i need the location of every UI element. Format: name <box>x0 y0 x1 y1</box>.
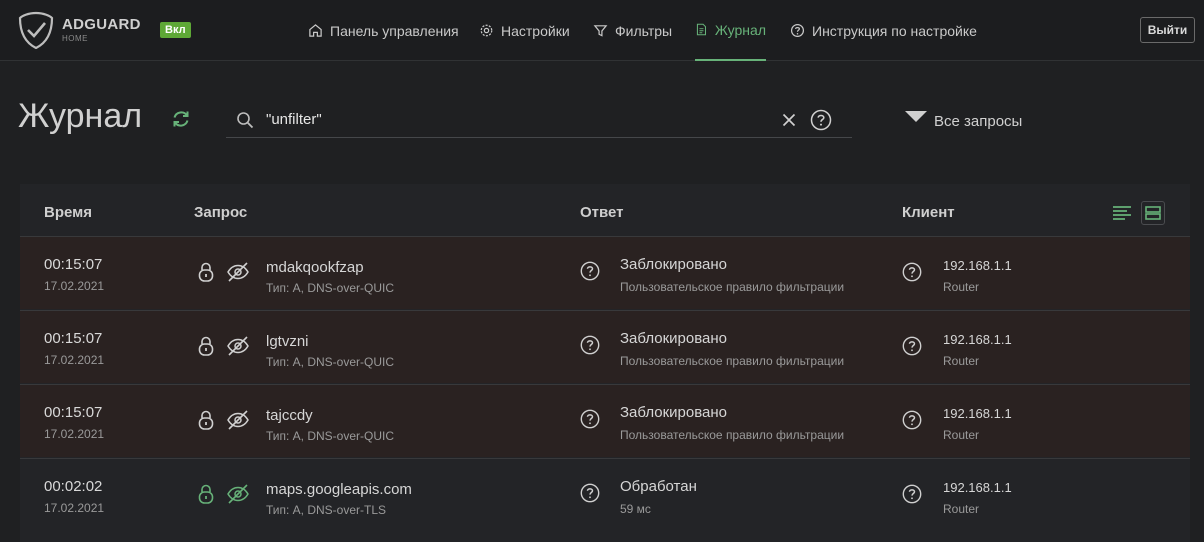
row-domain[interactable]: lgtvzni <box>266 333 309 350</box>
row-date: 17.02.2021 <box>44 353 105 367</box>
brand-subtitle: HOME <box>62 34 88 43</box>
nav-filters[interactable]: Фильтры <box>593 0 672 61</box>
search-box <box>226 100 852 138</box>
row-request-type: Тип: A, DNS-over-QUIC <box>266 281 395 295</box>
nav-setup-guide[interactable]: Инструкция по настройке <box>790 0 977 61</box>
row-request-type: Тип: A, DNS-over-TLS <box>266 503 387 517</box>
row-time: 00:02:02 <box>44 478 103 495</box>
logout-button[interactable]: Выйти <box>1140 17 1195 43</box>
column-header-request[interactable]: Запрос <box>194 204 247 221</box>
document-icon <box>696 23 707 36</box>
table-row[interactable]: 00:15:07 17.02.2021 tajccdy Тип: A, DNS-ove… <box>20 384 1190 457</box>
row-response-detail: 59 мс <box>620 502 651 516</box>
page-title: Журнал <box>18 97 143 135</box>
search-input[interactable] <box>266 106 766 132</box>
client-help-icon[interactable] <box>902 484 922 504</box>
row-response-detail: Пользовательское правило фильтрации <box>620 428 845 442</box>
top-header: ADGUARD HOME Вкл Панель управления Настр… <box>0 0 1204 61</box>
row-time: 00:15:07 <box>44 256 103 273</box>
nav-query-log[interactable]: Журнал <box>695 0 766 61</box>
response-filter-dropdown[interactable]: Все запросы <box>905 110 1022 132</box>
row-client-ip[interactable]: 192.168.1.1 <box>943 480 1012 495</box>
eye-off-icon <box>227 484 249 504</box>
row-client-name: Router <box>943 428 980 442</box>
home-icon <box>309 24 322 37</box>
close-icon[interactable] <box>782 113 796 127</box>
row-domain[interactable]: mdakqookfzap <box>266 259 364 276</box>
row-client-name: Router <box>943 354 980 368</box>
table-row[interactable]: 00:15:07 17.02.2021 lgtvzni Тип: A, DNS-ove… <box>20 310 1190 383</box>
client-help-icon[interactable] <box>902 410 922 430</box>
column-header-time[interactable]: Время <box>44 204 92 221</box>
column-header-client[interactable]: Клиент <box>902 204 955 221</box>
lock-icon <box>198 484 214 504</box>
table-row[interactable]: 00:02:02 17.02.2021 maps.googleapis.com Тип… <box>20 458 1190 531</box>
column-header-response[interactable]: Ответ <box>580 204 624 221</box>
row-date: 17.02.2021 <box>44 427 105 441</box>
row-response-detail: Пользовательское правило фильтрации <box>620 354 845 368</box>
row-response-status: Заблокировано <box>620 256 727 273</box>
row-response-detail: Пользовательское правило фильтрации <box>620 280 845 294</box>
client-help-icon[interactable] <box>902 262 922 282</box>
row-date: 17.02.2021 <box>44 501 105 515</box>
brand-name: ADGUARD <box>62 16 141 33</box>
table-header: Время Запрос Ответ Клиент <box>20 184 1190 236</box>
refresh-icon[interactable] <box>170 108 192 130</box>
lock-icon <box>198 336 214 356</box>
response-help-icon[interactable] <box>580 483 600 503</box>
table-row[interactable]: 00:15:07 17.02.2021 mdakqookfzap Тип: A, DN… <box>20 236 1190 309</box>
row-response-status: Заблокировано <box>620 404 727 421</box>
row-domain[interactable]: tajccdy <box>266 407 313 424</box>
nav-setup-guide-label: Инструкция по настройке <box>812 22 977 39</box>
default-view-button[interactable] <box>1141 201 1165 225</box>
row-client-name: Router <box>943 280 980 294</box>
row-request-type: Тип: A, DNS-over-QUIC <box>266 429 395 443</box>
nav-dashboard-label: Панель управления <box>330 22 459 39</box>
eye-off-icon <box>227 336 249 356</box>
row-domain[interactable]: maps.googleapis.com <box>266 481 412 498</box>
row-time: 00:15:07 <box>44 330 103 347</box>
response-filter-label: Все запросы <box>934 112 1023 130</box>
nav-settings-label: Настройки <box>501 22 570 39</box>
nav-filters-label: Фильтры <box>615 22 673 39</box>
row-date: 17.02.2021 <box>44 279 105 293</box>
eye-off-icon <box>227 410 249 430</box>
rows-view-icon <box>1145 206 1161 220</box>
query-log-table: Время Запрос Ответ Клиент 00:15:07 17.02.… <box>20 184 1190 542</box>
nav-query-log-label: Журнал <box>714 21 766 38</box>
gear-icon <box>480 24 493 37</box>
response-help-icon[interactable] <box>580 335 600 355</box>
nav-settings[interactable]: Настройки <box>479 0 570 61</box>
compact-view-icon[interactable] <box>1112 204 1132 222</box>
search-icon <box>237 112 254 129</box>
lock-icon <box>198 262 214 282</box>
caret-down-icon <box>905 110 927 122</box>
eye-off-icon <box>227 262 249 282</box>
help-icon <box>790 23 805 38</box>
row-client-ip[interactable]: 192.168.1.1 <box>943 258 1012 273</box>
lock-icon <box>198 410 214 430</box>
row-time: 00:15:07 <box>44 404 103 421</box>
filter-icon <box>593 25 608 37</box>
row-client-ip[interactable]: 192.168.1.1 <box>943 406 1012 421</box>
protection-status-badge: Вкл <box>160 22 191 38</box>
search-help-icon[interactable] <box>810 109 832 131</box>
client-help-icon[interactable] <box>902 336 922 356</box>
row-response-status: Обработан <box>620 478 697 495</box>
adguard-logo-icon[interactable] <box>18 11 54 49</box>
row-client-ip[interactable]: 192.168.1.1 <box>943 332 1012 347</box>
row-request-type: Тип: A, DNS-over-QUIC <box>266 355 395 369</box>
response-help-icon[interactable] <box>580 409 600 429</box>
nav-dashboard[interactable]: Панель управления <box>308 0 459 61</box>
row-response-status: Заблокировано <box>620 330 727 347</box>
row-client-name: Router <box>943 502 980 516</box>
response-help-icon[interactable] <box>580 261 600 281</box>
